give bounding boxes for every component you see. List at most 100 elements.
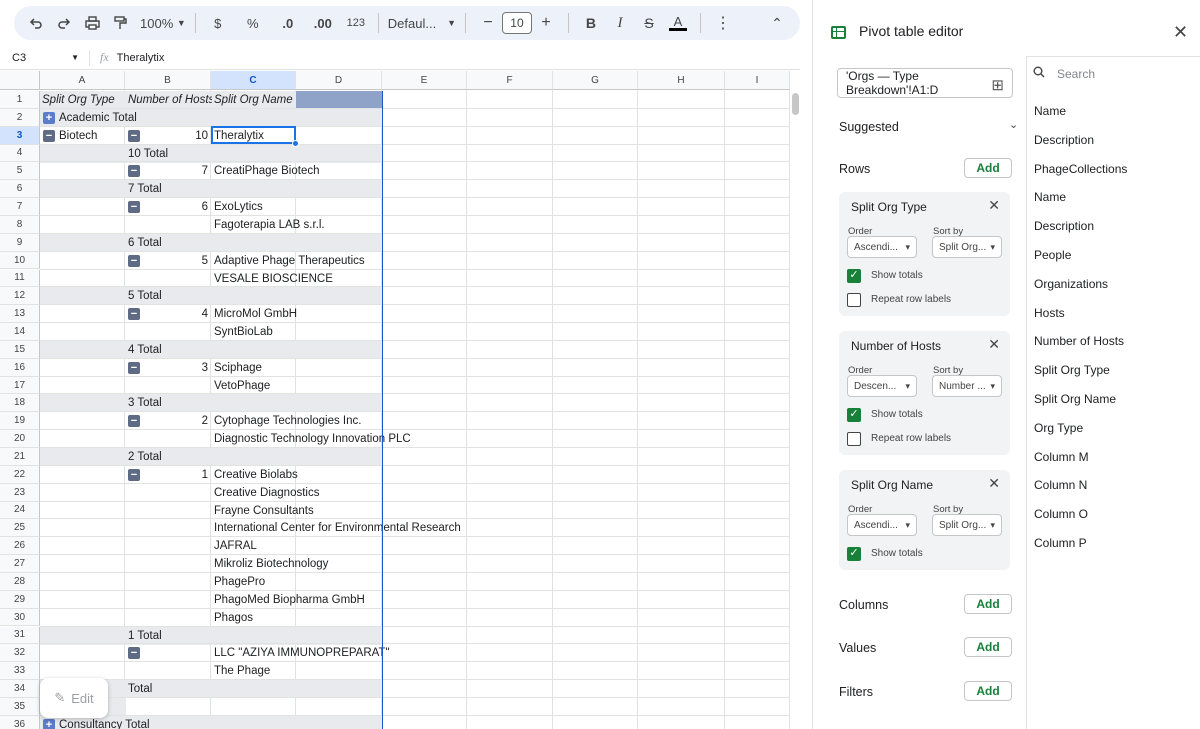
collapse-icon[interactable]: − [128,308,140,321]
cell-c[interactable]: Creative Diagnostics [214,484,319,502]
row-header[interactable]: 32 [0,644,40,663]
row-header[interactable]: 35 [0,697,40,716]
text-color-button[interactable]: A [665,10,691,36]
cell-c[interactable]: VetoPhage [214,377,270,395]
collapse-icon[interactable]: − [128,165,140,178]
font-size-decrease-icon[interactable]: − [475,10,501,36]
decrease-decimal-button[interactable]: .0 [275,10,301,36]
cell-c[interactable]: MicroMol GmbH [214,305,297,323]
cell-a[interactable]: Split Org Type [42,91,115,109]
column-header[interactable]: E [382,71,467,90]
font-size-increase-icon[interactable]: + [533,10,559,36]
cell-b[interactable]: 10 Total [128,145,168,163]
row-header[interactable]: 18 [0,394,40,413]
cell-c[interactable]: Adaptive Phage Therapeutics [214,252,365,270]
column-header[interactable]: I [725,71,790,90]
cell-b[interactable]: 3 [140,359,208,377]
order-select[interactable]: Descen... [847,375,917,397]
expand-icon[interactable]: + [43,718,55,729]
row-header[interactable]: 23 [0,483,40,502]
cell-c[interactable]: SyntBioLab [214,323,273,341]
field-item[interactable]: PhageCollections [1034,162,1127,176]
field-item[interactable]: Name [1034,104,1066,118]
cell-a[interactable]: Biotech [59,127,97,145]
font-select[interactable]: Defaul... ▼ [388,10,456,36]
redo-icon[interactable] [51,10,77,36]
row-header[interactable]: 12 [0,287,40,306]
order-select[interactable]: Ascendi... [847,514,917,536]
sortby-select[interactable]: Split Org... [932,514,1002,536]
cell-c[interactable]: International Center for Environmental R… [214,519,461,537]
fill-handle[interactable] [292,139,299,147]
cell-b[interactable]: 6 [140,198,208,216]
strikethrough-button[interactable]: S [636,10,662,36]
field-item[interactable]: People [1034,248,1071,262]
order-select[interactable]: Ascendi... [847,236,917,258]
close-icon[interactable]: ✕ [988,336,1000,353]
undo-icon[interactable] [23,10,49,36]
cell-c[interactable]: The Phage [214,662,270,680]
add-value-button[interactable]: Add [964,637,1012,657]
row-header[interactable]: 28 [0,572,40,591]
field-item[interactable]: Description [1034,133,1094,147]
column-header[interactable]: G [553,71,638,90]
cell-c[interactable]: Sciphage [214,359,262,377]
row-header[interactable]: 3 [0,126,40,145]
cell-c[interactable]: ExoLytics [214,198,263,216]
cell-b[interactable]: Total [128,680,152,698]
row-header[interactable]: 7 [0,198,40,216]
add-column-button[interactable]: Add [964,594,1012,614]
add-row-button[interactable]: Add [964,158,1012,178]
percent-button[interactable]: % [240,10,266,36]
row-header[interactable]: 20 [0,430,40,448]
field-item[interactable]: Description [1034,219,1094,233]
cell-b[interactable]: 1 [140,466,208,484]
collapse-icon[interactable]: − [128,647,140,660]
row-header[interactable]: 1 [0,91,40,109]
row-header[interactable]: 31 [0,626,40,645]
row-header[interactable]: 33 [0,662,40,681]
cell-c[interactable]: Cytophage Technologies Inc. [214,412,361,430]
row-header[interactable]: 22 [0,465,40,484]
row-header[interactable]: 6 [0,180,40,199]
zoom-select[interactable]: 100% ▼ [140,10,186,36]
row-header[interactable]: 24 [0,501,40,520]
font-size-input[interactable]: 10 [501,12,532,34]
increase-decimal-button[interactable]: .00 [310,10,336,36]
cell-b[interactable]: Number of Hosts [128,91,212,109]
spreadsheet-grid[interactable]: A B C D E F G H I 1 Split Org Type Number of Hosts S… [0,71,790,729]
column-header[interactable]: F [467,71,553,90]
cell-a[interactable]: Academic Total [59,109,137,127]
column-header[interactable]: D [296,71,382,90]
cell-c[interactable]: LLC "AZIYA IMMUNOPREPARAT" [214,644,390,662]
row-header[interactable]: 25 [0,519,40,538]
field-item[interactable]: Column O [1034,507,1088,521]
data-range-input[interactable]: 'Orgs — Type Breakdown'!A1:D ⊞ [837,68,1013,98]
cell-c[interactable]: CreatiPhage Biotech [214,162,319,180]
row-header[interactable]: 8 [0,215,40,234]
row-header[interactable]: 26 [0,537,40,556]
cell-b[interactable]: 2 [140,412,208,430]
cell-b[interactable]: 7 [140,162,208,180]
cell-c[interactable]: Phagos [214,609,253,627]
column-header[interactable]: B [125,71,211,90]
field-item[interactable]: Organizations [1034,277,1108,291]
paint-format-icon[interactable] [107,10,133,36]
repeat-labels-checkbox[interactable] [847,293,861,307]
cell-b[interactable]: 6 Total [128,234,162,252]
column-header[interactable]: A [40,71,125,90]
show-totals-checkbox[interactable]: ✓ [847,547,861,561]
row-header[interactable]: 36 [0,715,40,729]
show-totals-checkbox[interactable]: ✓ [847,408,861,422]
row-header[interactable]: 30 [0,608,40,627]
cell-c[interactable]: Creative Biolabs [214,466,298,484]
show-totals-checkbox[interactable]: ✓ [847,269,861,283]
bold-button[interactable]: B [578,10,604,36]
sortby-select[interactable]: Number ... [932,375,1002,397]
sortby-select[interactable]: Split Org... [932,236,1002,258]
close-icon[interactable]: ✕ [988,197,1000,214]
add-filter-button[interactable]: Add [964,681,1012,701]
field-item[interactable]: Column P [1034,536,1087,550]
collapse-icon[interactable]: − [128,361,140,374]
field-item[interactable]: Hosts [1034,306,1065,320]
